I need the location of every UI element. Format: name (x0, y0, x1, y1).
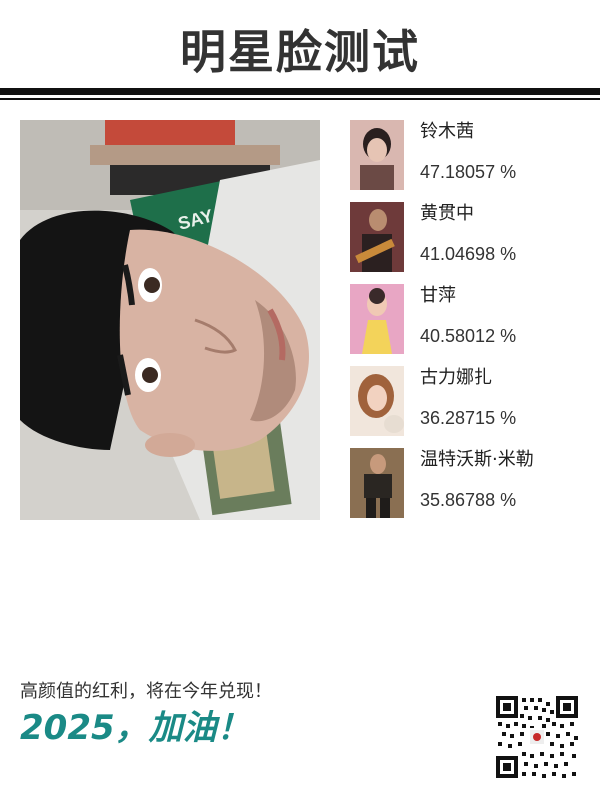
match-result-3[interactable]: 甘萍 40.58012 % (350, 284, 590, 354)
celebrity-thumbnail (350, 202, 404, 272)
match-result-5[interactable]: 温特沃斯·米勒 35.86788 % (350, 448, 590, 518)
celebrity-name: 甘萍 (420, 285, 456, 306)
page-title: 明星脸测试 (180, 25, 420, 79)
celebrity-thumbnail (350, 366, 404, 436)
uploaded-face-photo: SAY NCS (20, 120, 320, 520)
match-result-1[interactable]: 铃木茜 47.18057 % (350, 120, 590, 190)
similarity-score: 41.04698 % (420, 244, 517, 264)
match-result-2[interactable]: 黄贯中 41.04698 % (350, 202, 590, 272)
celebrity-name: 古力娜扎 (420, 367, 492, 388)
qr-code-icon[interactable] (494, 694, 580, 780)
similarity-score: 40.58012 % (420, 326, 517, 346)
celebrity-thumbnail (350, 284, 404, 354)
celebrity-name: 铃木茜 (420, 121, 474, 142)
celebrity-thumbnail (350, 448, 404, 518)
header-divider-thick (0, 88, 600, 95)
similarity-score: 47.18057 % (420, 162, 517, 182)
match-result-4[interactable]: 古力娜扎 36.28715 % (350, 366, 590, 436)
celebrity-name: 温特沃斯·米勒 (420, 449, 534, 470)
celebrity-thumbnail (350, 120, 404, 190)
similarity-score: 36.28715 % (420, 408, 517, 428)
slogan-text: 高颜值的红利，将在今年兑现！ (20, 681, 272, 702)
celebrity-name: 黄贯中 (420, 203, 474, 224)
similarity-score: 35.86788 % (420, 490, 517, 510)
header-divider-thin (0, 98, 600, 100)
cheer-text: 2025，加油！ (20, 708, 251, 748)
